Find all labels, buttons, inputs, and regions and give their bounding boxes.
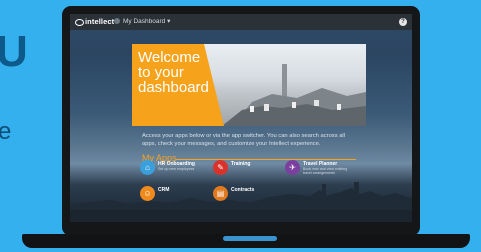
top-bar: intellect My Dashboard ▾ ?	[70, 14, 412, 30]
dashboard-label: My Dashboard ▾	[123, 18, 171, 25]
airplane-icon: ✈	[285, 160, 300, 175]
app-description: Book new and view existing travel arrang…	[303, 167, 348, 176]
divider	[176, 159, 356, 160]
home-icon: ⌂	[140, 160, 155, 175]
logo-text: intellect	[85, 17, 115, 26]
welcome-line: dashboard	[138, 79, 209, 96]
intro-text: Access your apps below or via the app sw…	[142, 133, 346, 147]
welcome-line: Welcome	[138, 49, 201, 66]
water	[70, 210, 412, 222]
background-glyph: e	[0, 118, 12, 145]
intellect-logo[interactable]: intellect	[75, 17, 114, 26]
question-icon[interactable]: ?	[399, 18, 407, 26]
clipboard-icon: ✎	[213, 160, 228, 175]
app-description: Set up new employees	[158, 167, 195, 171]
logo-icon	[75, 18, 84, 26]
city-skyline	[70, 182, 412, 212]
welcome-line: to your	[138, 64, 184, 81]
laptop-screen: intellect My Dashboard ▾ ? Welcome to yo…	[70, 14, 412, 222]
laptop-notch	[223, 236, 277, 241]
dashboard-icon	[114, 18, 120, 24]
dashboard-switcher[interactable]: My Dashboard ▾	[114, 17, 170, 25]
background-glyph: U	[0, 27, 28, 76]
welcome-title: Welcome to your dashboard	[138, 50, 209, 95]
welcome-banner: Welcome to your dashboard	[132, 44, 366, 126]
app-name: Training	[231, 161, 251, 167]
